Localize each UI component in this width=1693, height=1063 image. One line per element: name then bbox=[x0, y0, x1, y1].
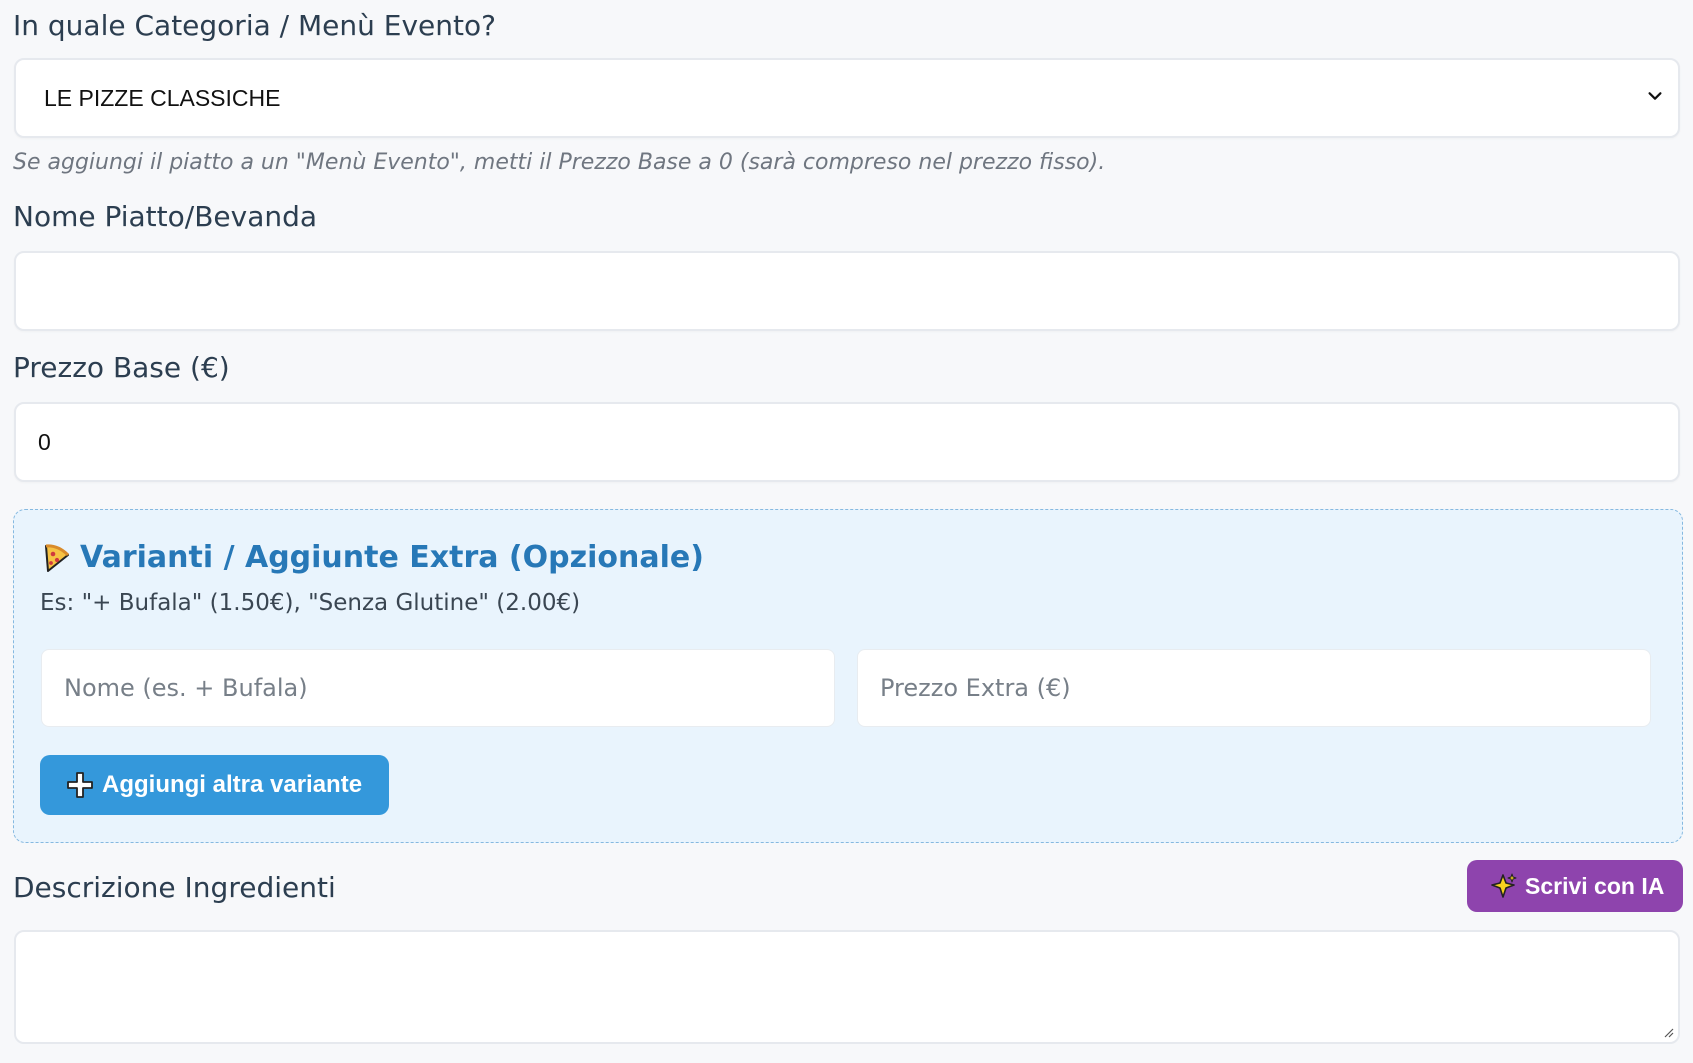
variant-name-input[interactable]: Nome (es. + Bufala) bbox=[41, 649, 835, 727]
variants-title: Varianti / Aggiunte Extra (Opzionale) bbox=[42, 540, 704, 575]
base-price-input[interactable]: 0 bbox=[14, 402, 1680, 482]
add-variant-button[interactable]: Aggiungi altra variante bbox=[40, 755, 389, 815]
dish-name-input[interactable] bbox=[14, 251, 1680, 331]
resize-handle-icon[interactable] bbox=[1662, 1026, 1674, 1038]
description-textarea[interactable] bbox=[14, 930, 1680, 1044]
category-selected-value: LE PIZZE CLASSICHE bbox=[44, 84, 281, 111]
variants-title-text: Varianti / Aggiunte Extra (Opzionale) bbox=[80, 540, 704, 575]
category-hint: Se aggiungi il piatto a un "Menù Evento"… bbox=[13, 150, 1106, 175]
description-label: Descrizione Ingredienti bbox=[13, 871, 336, 904]
variant-price-placeholder: Prezzo Extra (€) bbox=[880, 674, 1071, 702]
plus-icon bbox=[67, 772, 93, 798]
product-form: In quale Categoria / Menù Evento? LE PIZ… bbox=[0, 0, 1693, 1063]
base-price-value: 0 bbox=[38, 428, 51, 455]
add-variant-label: Aggiungi altra variante bbox=[102, 771, 363, 798]
pizza-icon bbox=[45, 543, 70, 572]
chevron-down-icon bbox=[1648, 92, 1662, 100]
variants-example: Es: "+ Bufala" (1.50€), "Senza Glutine" … bbox=[40, 590, 581, 616]
base-price-label: Prezzo Base (€) bbox=[13, 351, 230, 384]
write-with-ai-label: Scrivi con IA bbox=[1525, 872, 1665, 899]
category-select[interactable]: LE PIZZE CLASSICHE bbox=[14, 58, 1680, 138]
write-with-ai-button[interactable]: Scrivi con IA bbox=[1467, 860, 1683, 912]
variant-name-placeholder: Nome (es. + Bufala) bbox=[64, 674, 308, 702]
variant-price-input[interactable]: Prezzo Extra (€) bbox=[857, 649, 1651, 727]
category-label: In quale Categoria / Menù Evento? bbox=[13, 9, 496, 42]
variants-panel: Varianti / Aggiunte Extra (Opzionale) Es… bbox=[13, 509, 1683, 843]
sparkle-icon bbox=[1491, 873, 1517, 898]
dish-name-label: Nome Piatto/Bevanda bbox=[13, 200, 318, 233]
